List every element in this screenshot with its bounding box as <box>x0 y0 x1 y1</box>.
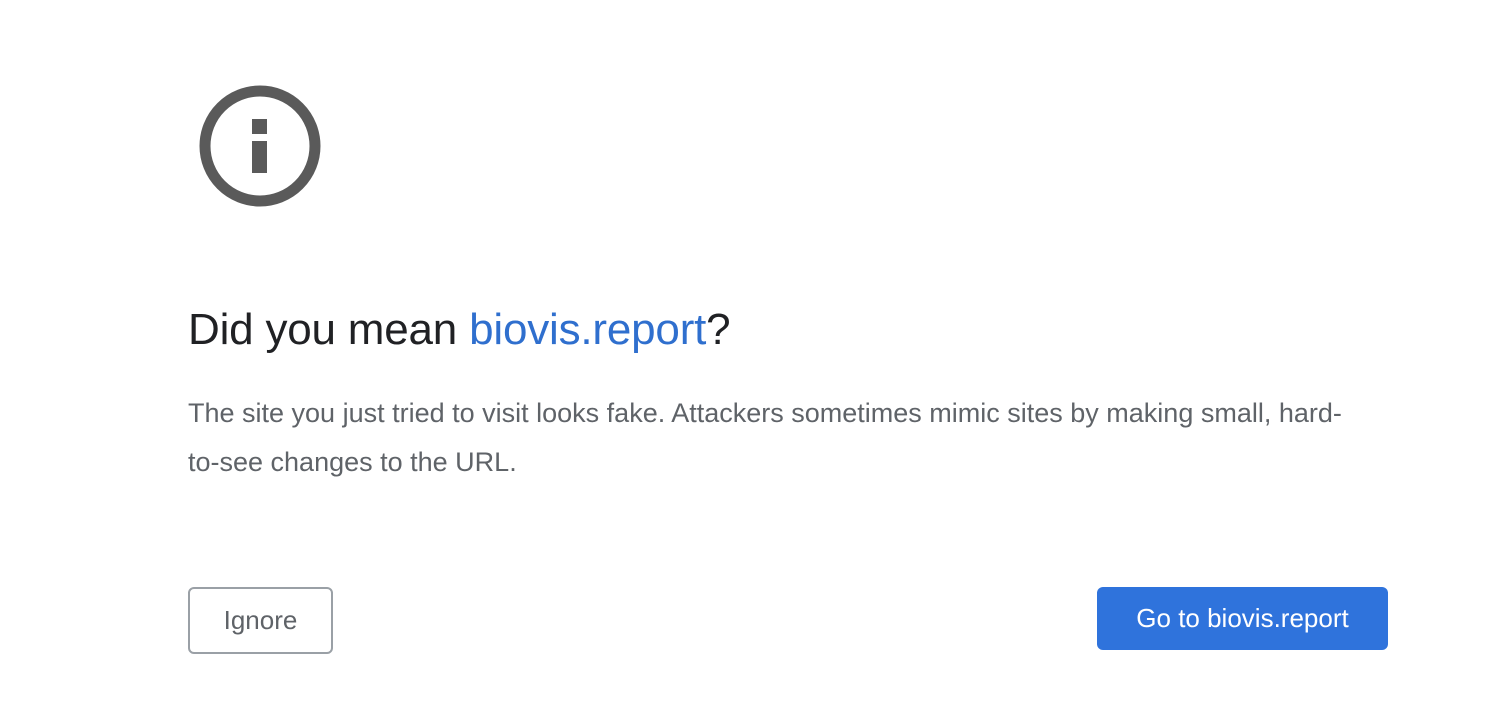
headline-prefix: Did you mean <box>188 305 470 354</box>
lookalike-warning-page: Did you mean biovis.report? The site you… <box>0 0 1492 712</box>
info-icon <box>199 85 321 207</box>
headline-suffix: ? <box>706 305 731 354</box>
warning-description: The site you just tried to visit looks f… <box>188 398 1342 477</box>
go-to-site-button[interactable]: Go to biovis.report <box>1097 587 1388 650</box>
ignore-button[interactable]: Ignore <box>188 587 333 654</box>
suggested-site-link[interactable]: biovis.report <box>469 305 706 354</box>
page-title: Did you mean biovis.report? <box>188 304 731 356</box>
